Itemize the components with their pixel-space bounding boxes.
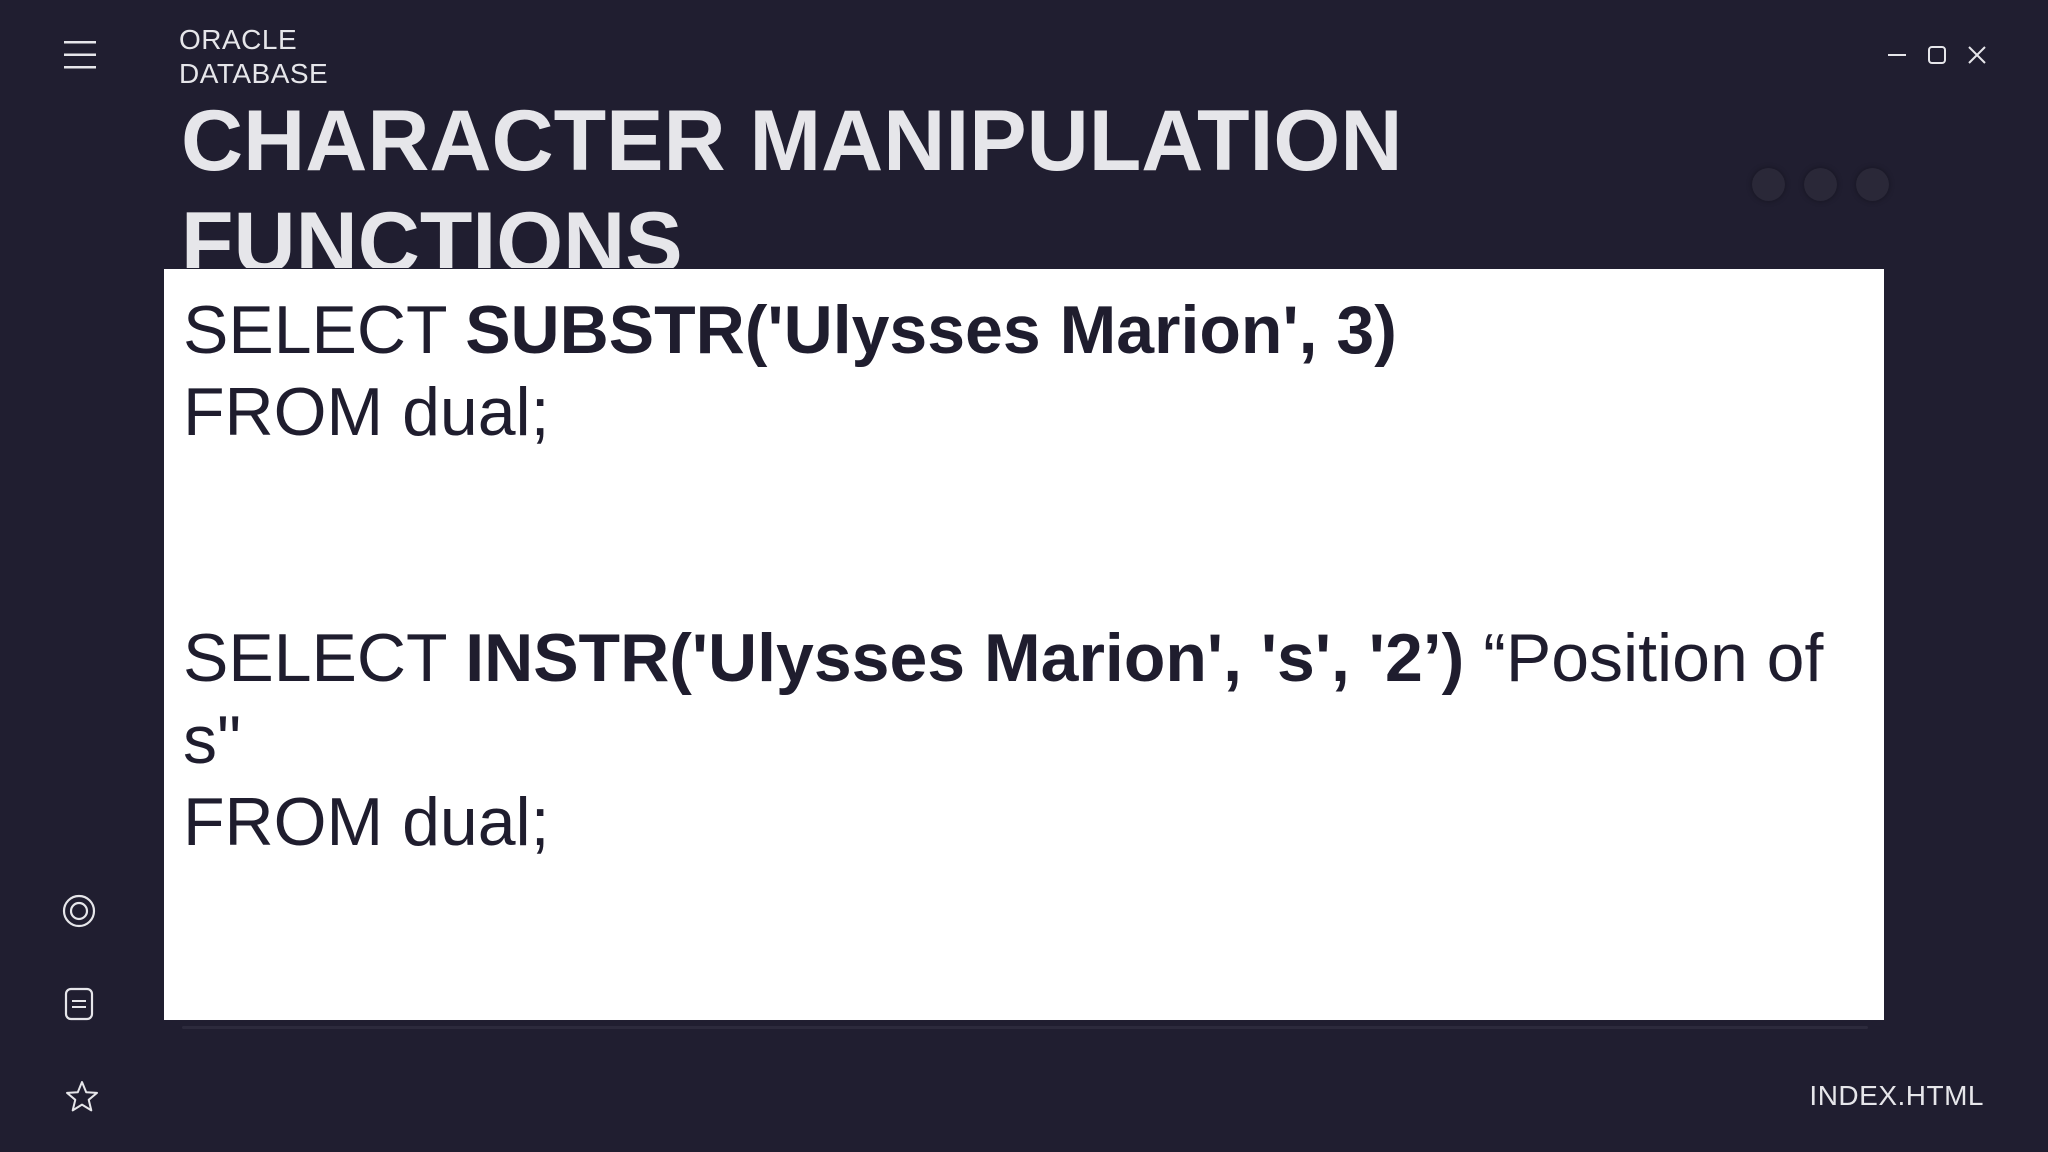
footer-filename: INDEX.HTML xyxy=(1809,1080,1984,1111)
dot-3[interactable] xyxy=(1856,168,1889,201)
dot-1[interactable] xyxy=(1752,168,1785,201)
code-alias: “Position of xyxy=(1464,620,1824,696)
title-line-1: CHARACTER MANIPULATION xyxy=(181,93,1403,189)
code-function: INSTR('Ulysses Marion', 's', '2’) xyxy=(465,620,1465,696)
code-line: FROM dual; xyxy=(183,784,550,860)
brand-label: ORACLE DATABASE xyxy=(179,23,328,91)
pagination-dots xyxy=(1752,168,1889,201)
document-icon[interactable] xyxy=(59,984,99,1024)
code-line: FROM dual; xyxy=(183,374,550,450)
code-function: SUBSTR('Ulysses Marion', 3) xyxy=(465,292,1397,368)
code-keyword: SELECT xyxy=(183,292,466,368)
window-controls xyxy=(1884,42,1990,68)
minimize-icon[interactable] xyxy=(1884,42,1910,68)
hamburger-menu-icon[interactable] xyxy=(62,38,102,74)
title-line-2: FUNCTIONS xyxy=(181,195,683,268)
code-line: SELECT SUBSTR('Ulysses Marion', 3) xyxy=(183,289,1864,371)
code-keyword: SELECT xyxy=(183,620,466,696)
target-icon[interactable] xyxy=(59,891,99,931)
code-line: s" xyxy=(183,702,242,778)
code-card: SELECT SUBSTR('Ulysses Marion', 3) FROM … xyxy=(164,269,1884,1020)
page-title: CHARACTER MANIPULATION FUNCTIONS xyxy=(181,90,1881,268)
brand-line-2: DATABASE xyxy=(179,58,329,89)
maximize-icon[interactable] xyxy=(1924,42,1950,68)
card-divider xyxy=(182,1026,1868,1029)
code-line: SELECT INSTR('Ulysses Marion', 's', '2’)… xyxy=(183,617,1864,699)
star-icon[interactable] xyxy=(62,1077,102,1117)
close-icon[interactable] xyxy=(1964,42,1990,68)
brand-line-1: ORACLE xyxy=(179,24,298,55)
dot-2[interactable] xyxy=(1804,168,1837,201)
slide-page: ORACLE DATABASE CHARACTER MANIPULATION F… xyxy=(0,0,2048,1152)
